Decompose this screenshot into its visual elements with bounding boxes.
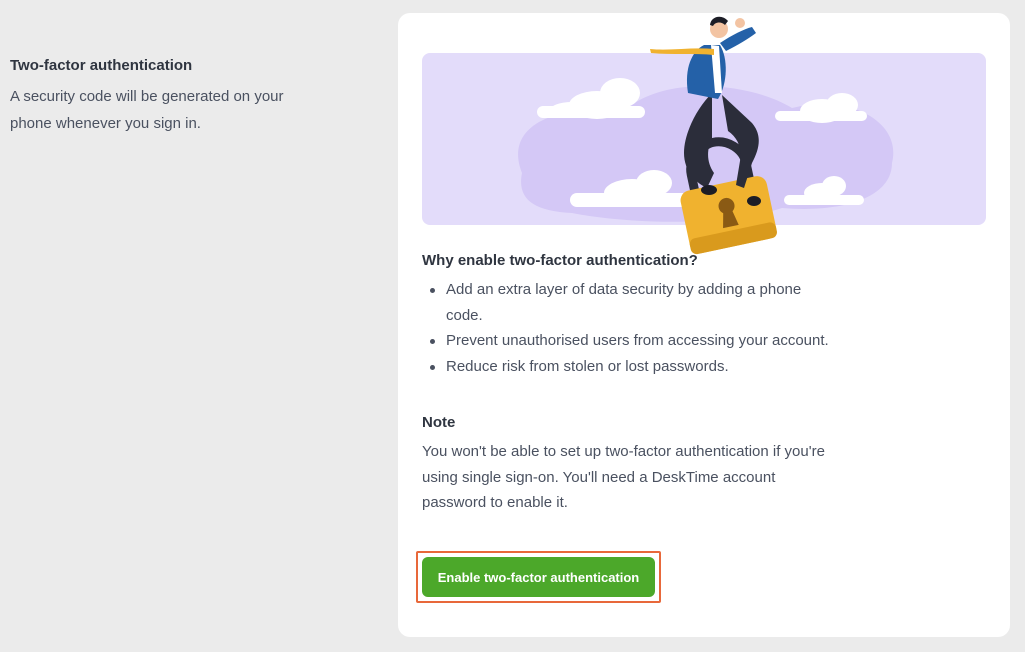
list-item: Add an extra layer of data security by a… <box>422 277 832 328</box>
section-info: Two-factor authentication A security cod… <box>10 55 310 137</box>
list-item: Prevent unauthorised users from accessin… <box>422 328 832 354</box>
man-sitting-on-padlock-illustration <box>518 16 894 255</box>
two-factor-card: Why enable two-factor authentication? Ad… <box>398 13 1010 637</box>
hero-banner <box>422 16 986 255</box>
section-description: A security code will be generated on you… <box>10 88 284 132</box>
reasons-list: Add an extra layer of data security by a… <box>422 277 832 379</box>
enable-two-factor-button[interactable]: Enable two-factor authentication <box>422 557 655 597</box>
section-title: Two-factor authentication <box>10 57 193 74</box>
list-item: Reduce risk from stolen or lost password… <box>422 354 832 380</box>
info-content: Why enable two-factor authentication? Ad… <box>422 249 832 516</box>
note-title: Note <box>422 414 456 431</box>
button-highlight: Enable two-factor authentication <box>416 551 661 603</box>
note-text: You won't be able to set up two-factor a… <box>422 443 825 511</box>
why-title: Why enable two-factor authentication? <box>422 252 698 269</box>
